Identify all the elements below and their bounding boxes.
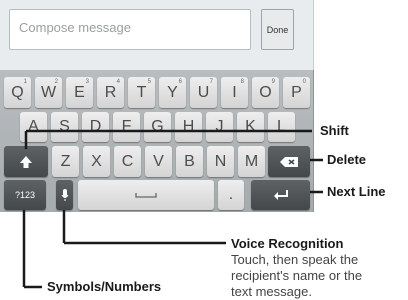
voice-recognition-desc-line-2: recipient's name or the: [231, 268, 363, 283]
next-line-callout: Next Line: [327, 184, 386, 199]
voice-recognition-desc-line-1: Touch, then speak the: [231, 252, 359, 267]
shift-callout: Shift: [320, 123, 349, 138]
voice-recognition-desc-line-3: text message.: [231, 284, 312, 299]
delete-callout: Delete: [327, 152, 367, 167]
voice-recognition-callout: Voice Recognition: [231, 236, 344, 251]
symbols-callout: Symbols/Numbers: [47, 279, 162, 294]
